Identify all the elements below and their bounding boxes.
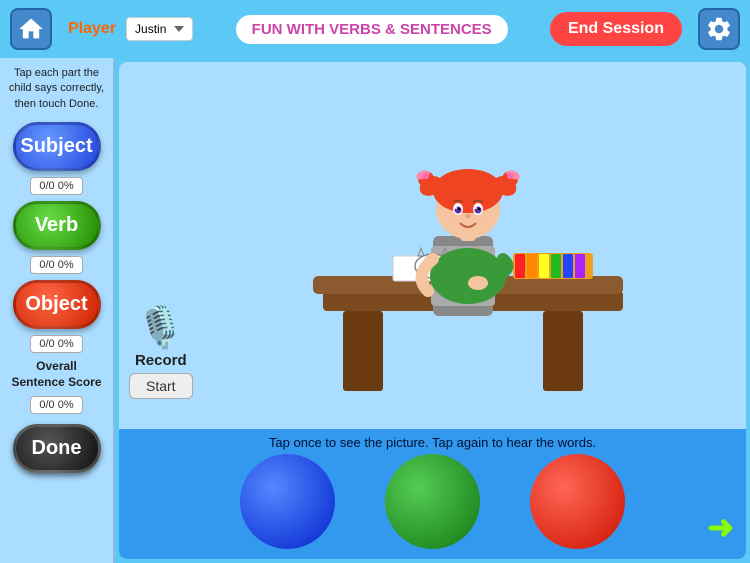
next-arrow-icon[interactable]: ➜: [707, 511, 734, 543]
app-title: FUN WITH VERBS & SENTENCES: [234, 13, 510, 46]
scene: 🎙️ Record Start: [119, 62, 746, 429]
circles-row: [119, 454, 746, 559]
home-button[interactable]: [10, 8, 52, 50]
gear-icon: [705, 15, 733, 43]
illustration: [119, 62, 746, 429]
home-icon: [17, 15, 45, 43]
end-session-button[interactable]: End Session: [550, 12, 682, 46]
chevron-down-icon: [174, 26, 184, 32]
subject-score: 0/0 0%: [30, 177, 82, 195]
verb-score: 0/0 0%: [30, 256, 82, 274]
object-button[interactable]: Object: [13, 280, 101, 329]
main-area: Tap each part the child says correctly, …: [0, 58, 750, 563]
overall-label: OverallSentence Score: [11, 359, 101, 390]
red-circle[interactable]: [530, 454, 625, 549]
subject-button[interactable]: Subject: [13, 122, 101, 171]
tap-instruction: Tap once to see the picture. Tap again t…: [119, 429, 746, 454]
blue-circle[interactable]: [240, 454, 335, 549]
bottom-panel: Tap once to see the picture. Tap again t…: [119, 429, 746, 559]
header: Player Justin FUN WITH VERBS & SENTENCES…: [0, 0, 750, 58]
player-label: Player: [68, 20, 116, 38]
overall-score: 0/0 0%: [30, 396, 82, 414]
sidebar: Tap each part the child says correctly, …: [0, 58, 115, 563]
green-circle[interactable]: [385, 454, 480, 549]
player-selector[interactable]: Justin: [126, 17, 193, 41]
character-illustration: [283, 91, 643, 411]
settings-button[interactable]: [698, 8, 740, 50]
instruction-text: Tap each part the child says correctly, …: [6, 66, 107, 112]
content-area: 🎙️ Record Start: [119, 62, 746, 559]
verb-button[interactable]: Verb: [13, 201, 101, 250]
done-button[interactable]: Done: [13, 424, 101, 473]
player-value: Justin: [135, 22, 166, 36]
object-score: 0/0 0%: [30, 335, 82, 353]
